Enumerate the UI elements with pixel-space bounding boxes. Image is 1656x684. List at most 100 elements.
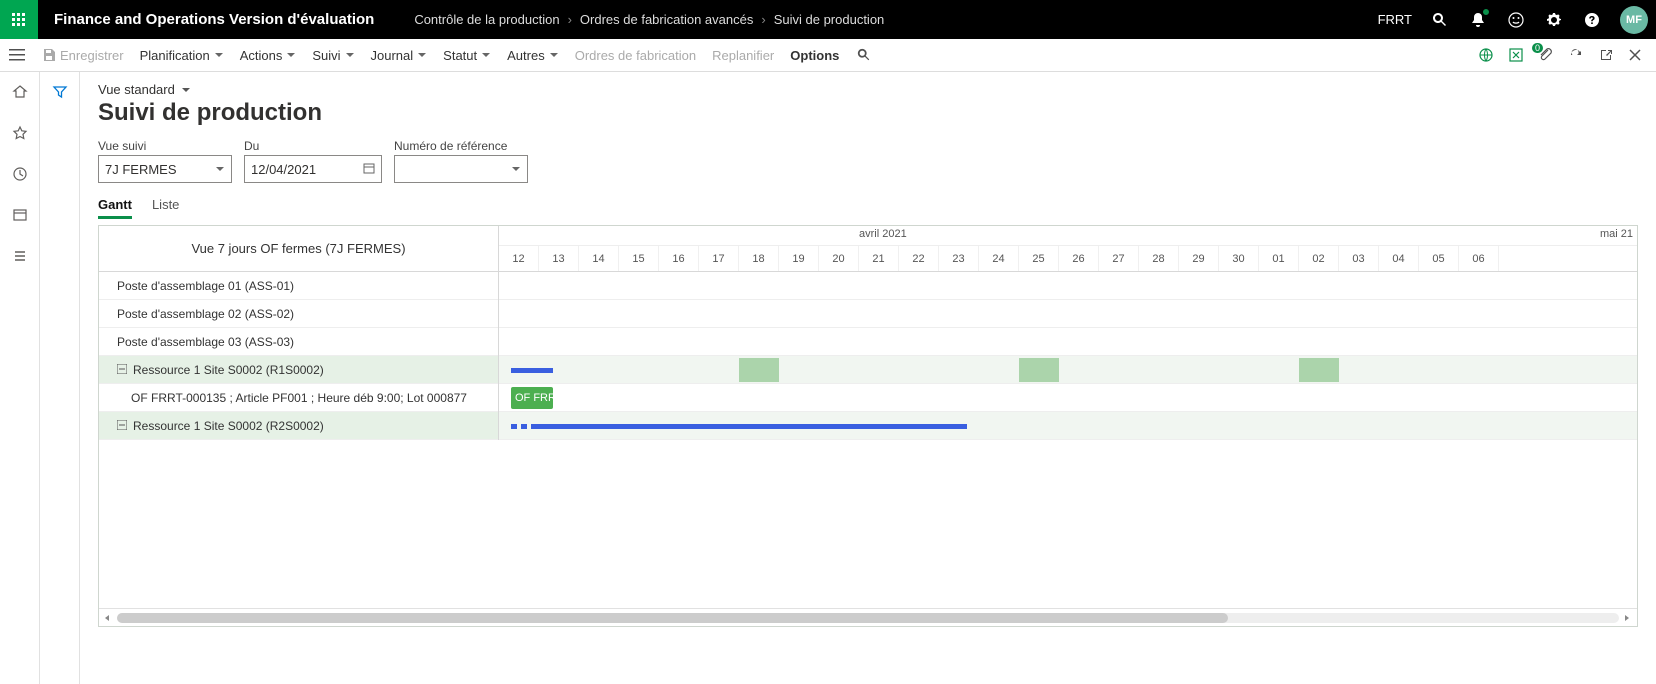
globe-icon[interactable] xyxy=(1478,47,1494,63)
hamburger-icon[interactable] xyxy=(8,48,26,62)
attach-badge: 0 xyxy=(1532,43,1543,53)
reference-select[interactable] xyxy=(394,155,528,183)
day-header: 04 xyxy=(1379,246,1419,271)
collapse-icon[interactable] xyxy=(117,419,127,433)
gantt-resource-row-label[interactable]: Ressource 1 Site S0002 (R1S0002) xyxy=(99,356,498,384)
vue-suivi-select[interactable]: 7J FERMES xyxy=(98,155,232,183)
day-header: 05 xyxy=(1419,246,1459,271)
day-header: 29 xyxy=(1179,246,1219,271)
gantt-row xyxy=(499,328,1637,356)
search-icon[interactable] xyxy=(1430,10,1450,30)
day-header: 14 xyxy=(579,246,619,271)
chevron-down-icon xyxy=(345,48,355,63)
gantt-row-label[interactable]: Poste d'assemblage 02 (ASS-02) xyxy=(99,300,498,328)
gantt-chart: Vue 7 jours OF fermes (7J FERMES) avril … xyxy=(98,225,1638,627)
vue-suivi-value: 7J FERMES xyxy=(105,162,177,177)
cmd-journal[interactable]: Journal xyxy=(371,48,428,63)
day-header: 13 xyxy=(539,246,579,271)
day-header: 18 xyxy=(739,246,779,271)
cmd-replanifier[interactable]: Replanifier xyxy=(712,48,774,63)
cmd-autres[interactable]: Autres xyxy=(507,48,559,63)
legal-entity[interactable]: FRRT xyxy=(1378,12,1412,27)
smile-icon[interactable] xyxy=(1506,10,1526,30)
field-reference: Numéro de référence xyxy=(394,139,528,183)
scroll-track[interactable] xyxy=(117,613,1619,623)
chevron-down-icon xyxy=(215,162,225,177)
month-label: mai 21 xyxy=(1600,228,1633,240)
cmd-planification[interactable]: Planification xyxy=(140,48,224,63)
capacity-block xyxy=(1299,358,1339,382)
save-label: Enregistrer xyxy=(60,48,124,63)
gantt-row-labels: Poste d'assemblage 01 (ASS-01)Poste d'as… xyxy=(99,272,499,440)
help-icon[interactable] xyxy=(1582,10,1602,30)
filter-column xyxy=(40,72,80,684)
breadcrumb-item[interactable]: Ordres de fabrication avancés xyxy=(580,12,753,27)
list-icon[interactable] xyxy=(12,248,28,267)
day-header: 24 xyxy=(979,246,1019,271)
home-icon[interactable] xyxy=(12,84,28,103)
module-icon[interactable] xyxy=(12,207,28,226)
gantt-row-resource xyxy=(499,412,1637,440)
gantt-summary-bar[interactable] xyxy=(511,424,517,429)
tabs: Gantt Liste xyxy=(98,193,1638,219)
avatar[interactable]: MF xyxy=(1620,6,1648,34)
collapse-icon[interactable] xyxy=(117,363,127,377)
refresh-icon[interactable] xyxy=(1568,47,1584,63)
view-label: Vue standard xyxy=(98,82,175,97)
chevron-down-icon xyxy=(181,85,191,95)
gantt-row-label[interactable]: Poste d'assemblage 01 (ASS-01) xyxy=(99,272,498,300)
app-launcher-button[interactable] xyxy=(0,0,38,39)
field-label: Numéro de référence xyxy=(394,139,528,153)
breadcrumb-item[interactable]: Suivi de production xyxy=(774,12,885,27)
scroll-thumb[interactable] xyxy=(117,613,1228,623)
cmd-options[interactable]: Options xyxy=(790,48,839,63)
day-header: 30 xyxy=(1219,246,1259,271)
gantt-task-row-label[interactable]: OF FRRT-000135 ; Article PF001 ; Heure d… xyxy=(99,384,498,412)
filter-row: Vue suivi 7J FERMES Du 12/04/2021 Numéro… xyxy=(98,139,1638,183)
scroll-right-icon[interactable] xyxy=(1623,613,1633,623)
gantt-row xyxy=(499,272,1637,300)
gear-icon[interactable] xyxy=(1544,10,1564,30)
gantt-resource-row-label[interactable]: Ressource 1 Site S0002 (R2S0002) xyxy=(99,412,498,440)
clock-icon[interactable] xyxy=(12,166,28,185)
scroll-left-icon[interactable] xyxy=(103,613,113,623)
close-icon[interactable] xyxy=(1628,48,1642,62)
du-date-input[interactable]: 12/04/2021 xyxy=(244,155,382,183)
day-header: 23 xyxy=(939,246,979,271)
cmd-statut[interactable]: Statut xyxy=(443,48,491,63)
day-header: 15 xyxy=(619,246,659,271)
tab-gantt[interactable]: Gantt xyxy=(98,193,132,219)
cmd-search-icon[interactable] xyxy=(855,48,873,62)
cmd-suivi[interactable]: Suivi xyxy=(312,48,354,63)
gantt-summary-bar[interactable] xyxy=(511,368,553,373)
field-vue-suivi: Vue suivi 7J FERMES xyxy=(98,139,232,183)
day-header: 06 xyxy=(1459,246,1499,271)
cmd-actions[interactable]: Actions xyxy=(240,48,297,63)
gantt-horizontal-scrollbar[interactable] xyxy=(99,608,1637,626)
breadcrumb: Contrôle de la production › Ordres de fa… xyxy=(414,12,884,27)
gantt-summary-bar[interactable] xyxy=(521,424,527,429)
breadcrumb-item[interactable]: Contrôle de la production xyxy=(414,12,559,27)
field-du: Du 12/04/2021 xyxy=(244,139,382,183)
chevron-down-icon xyxy=(511,162,521,177)
chevron-down-icon xyxy=(214,48,224,63)
save-button[interactable]: Enregistrer xyxy=(42,48,124,63)
bell-icon[interactable] xyxy=(1468,10,1488,30)
cmd-ordres[interactable]: Ordres de fabrication xyxy=(575,48,696,63)
attach-icon[interactable]: 0 xyxy=(1538,47,1554,63)
filter-icon[interactable] xyxy=(52,84,68,684)
gantt-row-label[interactable]: Poste d'assemblage 03 (ASS-03) xyxy=(99,328,498,356)
tab-liste[interactable]: Liste xyxy=(152,193,179,219)
gantt-row-resource xyxy=(499,356,1637,384)
popout-icon[interactable] xyxy=(1598,47,1614,63)
excel-icon[interactable] xyxy=(1508,47,1524,63)
calendar-icon xyxy=(363,162,375,177)
view-selector[interactable]: Vue standard xyxy=(98,82,1638,97)
gantt-row xyxy=(499,300,1637,328)
cmdbar-right: 0 xyxy=(1478,47,1648,63)
topbar-right: FRRT MF xyxy=(1378,6,1656,34)
chevron-down-icon xyxy=(549,48,559,63)
star-icon[interactable] xyxy=(12,125,28,144)
gantt-summary-bar[interactable] xyxy=(531,424,967,429)
gantt-task-bar[interactable]: OF FRRT- xyxy=(511,387,553,409)
